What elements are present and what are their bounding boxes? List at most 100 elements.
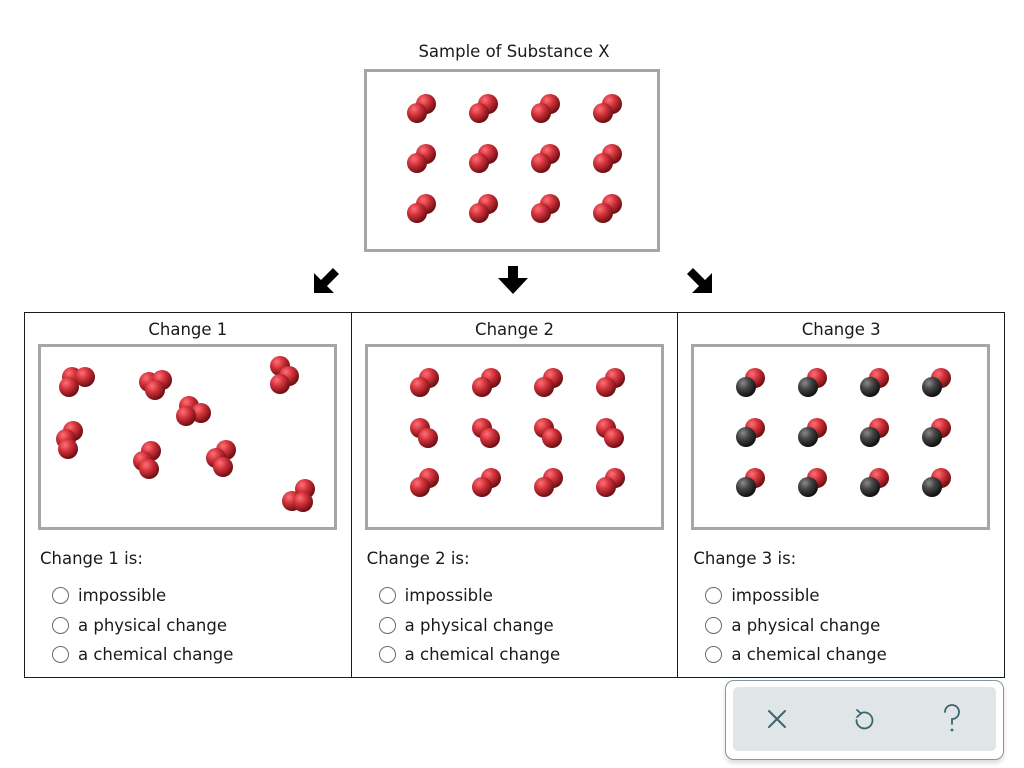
atom xyxy=(595,477,616,497)
help-button[interactable] xyxy=(927,694,977,744)
molecule xyxy=(798,418,828,447)
option-impossible[interactable]: impossible xyxy=(378,581,560,611)
option-label: a physical change xyxy=(731,615,881,635)
molecule xyxy=(922,418,952,447)
molecule xyxy=(469,144,498,173)
atom xyxy=(145,380,165,400)
sample-title: Sample of Substance X xyxy=(418,42,610,61)
change-panel-2: Change 2 Change 2 is: impossible a physi… xyxy=(352,313,679,677)
atom xyxy=(409,477,430,497)
molecule xyxy=(922,468,952,497)
option-group: impossible a physical change a chemical … xyxy=(52,581,233,670)
arrow-down-right-icon xyxy=(687,268,712,293)
molecule xyxy=(139,370,172,400)
option-impossible[interactable]: impossible xyxy=(52,581,233,611)
atom xyxy=(469,203,489,223)
atom xyxy=(479,428,500,448)
option-label: a chemical change xyxy=(78,645,234,665)
molecule xyxy=(922,368,952,397)
molecule xyxy=(595,468,625,497)
change-image xyxy=(691,344,991,530)
atom xyxy=(471,477,492,497)
change-question: Change 3 is: xyxy=(693,549,797,568)
change-3-molecules xyxy=(736,368,952,497)
change-title: Change 1 xyxy=(148,320,228,339)
atom xyxy=(409,377,430,397)
change-panel-1: Change 1 Change 1 is: impossible a physi… xyxy=(25,313,352,677)
molecule xyxy=(407,144,436,173)
molecule xyxy=(471,368,501,397)
molecule xyxy=(59,367,95,397)
option-label: impossible xyxy=(731,586,820,606)
option-chemical-change[interactable]: a chemical change xyxy=(378,640,561,670)
atom xyxy=(593,153,613,173)
option-chemical-change[interactable]: a chemical change xyxy=(52,640,233,670)
change-1-molecules xyxy=(56,356,315,512)
option-chemical-change[interactable]: a chemical change xyxy=(705,640,887,670)
option-physical-change[interactable]: a physical change xyxy=(378,611,560,641)
radio-button[interactable] xyxy=(378,587,396,605)
atom xyxy=(593,103,613,123)
molecule xyxy=(409,368,439,397)
atom xyxy=(139,459,159,479)
change-image xyxy=(38,344,337,530)
molecule xyxy=(593,194,622,223)
atom xyxy=(533,377,554,397)
molecule xyxy=(531,194,560,223)
atom xyxy=(407,103,427,123)
undo-button[interactable] xyxy=(839,694,889,744)
molecule xyxy=(133,441,161,479)
atom xyxy=(860,377,881,397)
radio-button[interactable] xyxy=(705,646,723,664)
undo-icon xyxy=(856,709,874,730)
radio-button[interactable] xyxy=(52,616,69,634)
change-2-molecules xyxy=(409,368,625,497)
atom xyxy=(541,428,562,448)
molecule xyxy=(533,468,563,497)
molecule xyxy=(860,368,890,397)
molecule xyxy=(798,368,828,397)
radio-button[interactable] xyxy=(705,616,723,634)
arrow-down-icon xyxy=(498,266,528,294)
answer-toolbar xyxy=(725,680,1004,760)
option-label: a physical change xyxy=(404,615,554,635)
atom xyxy=(176,406,196,426)
change-title: Change 2 xyxy=(475,320,554,339)
radio-button[interactable] xyxy=(705,587,723,605)
change-question: Change 1 is: xyxy=(40,549,143,568)
clear-button[interactable] xyxy=(752,694,802,744)
option-impossible[interactable]: impossible xyxy=(705,581,886,611)
molecule xyxy=(860,468,890,497)
radio-button[interactable] xyxy=(378,616,396,634)
toolbar-buttons xyxy=(733,687,996,751)
radio-button[interactable] xyxy=(52,646,69,664)
option-physical-change[interactable]: a physical change xyxy=(705,611,886,641)
molecule xyxy=(56,421,83,459)
molecule xyxy=(407,94,436,123)
molecule xyxy=(407,194,436,223)
molecule xyxy=(206,440,236,477)
changes-table: Change 1 Change 1 is: impossible a physi… xyxy=(24,312,1005,678)
molecule xyxy=(531,94,560,123)
molecule xyxy=(533,368,563,397)
atom xyxy=(417,428,438,448)
option-label: a chemical change xyxy=(404,645,561,665)
molecule xyxy=(860,418,890,447)
molecule xyxy=(471,418,500,448)
atom xyxy=(922,427,943,447)
change-question: Change 2 is: xyxy=(366,549,470,568)
atom xyxy=(593,203,613,223)
option-physical-change[interactable]: a physical change xyxy=(52,611,233,641)
molecule xyxy=(533,418,562,448)
atom xyxy=(407,153,427,173)
atom xyxy=(471,377,492,397)
atom xyxy=(531,203,551,223)
radio-button[interactable] xyxy=(52,587,69,605)
atom xyxy=(270,374,290,394)
option-group: impossible a physical change a chemical … xyxy=(705,581,887,670)
atom xyxy=(531,103,551,123)
molecule xyxy=(531,144,560,173)
atom xyxy=(798,477,819,497)
radio-button[interactable] xyxy=(378,646,396,664)
atom xyxy=(59,377,79,397)
